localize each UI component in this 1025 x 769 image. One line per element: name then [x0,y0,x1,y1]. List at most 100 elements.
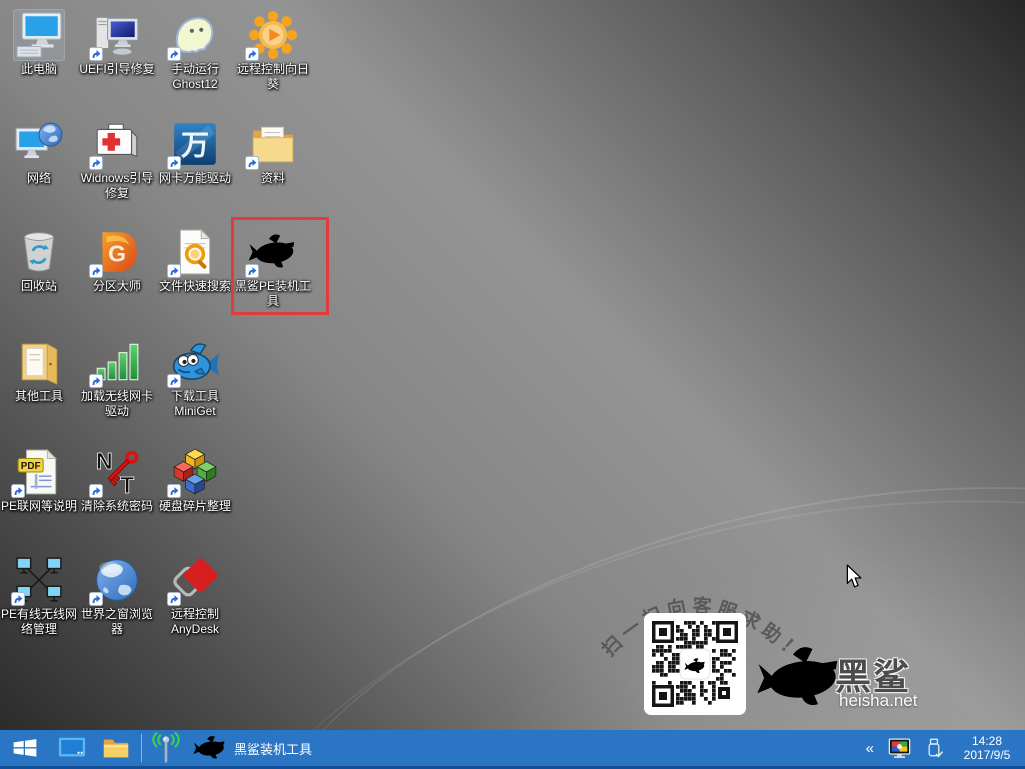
desktop-icon-wan[interactable]: 网卡万能驱动 [156,119,234,186]
file-search-icon [170,227,220,277]
usb-tray-icon[interactable] [923,736,945,761]
desktop-icon-network[interactable]: 网络 [0,119,78,186]
desktop-icon-label: 加载无线网卡驱动 [78,389,156,419]
uefi-repair-icon [92,10,142,60]
desktop-icon-label: 清除系统密码 [78,499,156,514]
ghost-icon [170,10,220,60]
desktop-icon-label: PE联网等说明 [0,499,78,514]
desktop-icon-uefi[interactable]: UEFI引导修复 [78,10,156,77]
desktop-icon-label: Widnows引导修复 [78,171,156,201]
taskbar-app-label: 黑鲨装机工具 [234,739,312,758]
nic-driver-icon [170,119,220,169]
desktop-icon-netmanage[interactable]: PE有线无线网络管理 [0,555,78,637]
highlight-rectangle [231,217,329,315]
recycle-bin-icon [14,227,64,277]
desktop-icon-folder[interactable]: 资料 [234,119,312,186]
nt-password-key-icon [92,447,142,497]
clock-time: 14:28 [960,734,1014,748]
shortcut-arrow-icon [89,47,103,61]
show-hidden-icons-button[interactable]: « [864,729,876,768]
folder-icon [248,119,298,169]
shortcut-arrow-icon [89,484,103,498]
wireless-button[interactable] [145,729,187,768]
brand-site: heisha.net [839,691,917,711]
taskbar-separator [141,734,142,762]
start-button[interactable] [0,729,50,768]
network-icon [14,119,64,169]
desktop-icon-recycle[interactable]: 回收站 [0,227,78,294]
wifi-antenna-icon [150,731,182,765]
shortcut-arrow-icon [167,374,181,388]
blue-fish-icon [170,337,220,387]
shortcut-arrow-icon [89,374,103,388]
first-aid-kit-icon [92,119,142,169]
display-icon [57,733,87,763]
desktop-icon-label: UEFI引导修复 [78,62,156,77]
open-folder-icon [14,337,64,387]
desktop-icon-label: 远程控制向日葵 [234,62,312,92]
folder-icon [101,733,131,763]
display-settings-button[interactable] [50,729,94,768]
desktop-icon-fish[interactable]: 下载工具MiniGet [156,337,234,419]
shortcut-arrow-icon [167,484,181,498]
shortcut-arrow-icon [11,592,25,606]
desktop-icon-label: 其他工具 [0,389,78,404]
wallpaper-swoosh [106,405,1025,769]
shortcut-arrow-icon [245,156,259,170]
pdf-document-icon [14,447,64,497]
desktop-icon-sunflower[interactable]: 远程控制向日葵 [234,10,312,92]
taskbar-app-heisha-installer[interactable]: 黑鲨装机工具 [187,729,324,768]
this-pc-icon [14,10,64,60]
desktop-icon-label: 网络 [0,171,78,186]
desktop-icon-ghost[interactable]: 手动运行Ghost12 [156,10,234,92]
shark-app-icon [193,734,227,762]
desktop-icon-signal[interactable]: 加载无线网卡驱动 [78,337,156,419]
desktop-icon-aidkit[interactable]: Widnows引导修复 [78,119,156,201]
world-browser-icon [92,555,142,605]
sunflower-icon [248,10,298,60]
anydesk-icon [170,555,220,605]
desktop-icon-this-pc[interactable]: 此电脑 [0,10,78,77]
desktop-icon-label: 文件快速搜索 [156,279,234,294]
system-tray: « 14:28 2017/9/5 [864,729,1025,768]
mouse-cursor [845,563,864,591]
taskbar-clock[interactable]: 14:28 2017/9/5 [956,734,1018,762]
desktop-icon-label: 硬盘碎片整理 [156,499,234,514]
display-color-tray-icon[interactable] [887,736,912,761]
desktop-icon-label: 手动运行Ghost12 [156,62,234,92]
desktop-icon-label: PE有线无线网络管理 [0,607,78,637]
qr-code [644,613,746,715]
desktop-icon-label: 远程控制AnyDesk [156,607,234,637]
taskbar: 黑鲨装机工具 « 14:28 2017/9/5 [0,730,1025,769]
heisha-shark-logo-icon [756,640,844,716]
desktop-icon-globe[interactable]: 世界之窗浏览器 [78,555,156,637]
desktop-icon-anydesk[interactable]: 远程控制AnyDesk [156,555,234,637]
shortcut-arrow-icon [89,156,103,170]
desktop-icon-folder-open[interactable]: 其他工具 [0,337,78,404]
diskgenius-icon [92,227,142,277]
desktop-icon-ntkey[interactable]: 清除系统密码 [78,447,156,514]
shortcut-arrow-icon [167,264,181,278]
desktop-icon-label: 网卡万能驱动 [156,171,234,186]
desktop-icon-dg[interactable]: 分区大师 [78,227,156,294]
desktop-icon-label: 世界之窗浏览器 [78,607,156,637]
shortcut-arrow-icon [167,156,181,170]
desktop-icon-pdf[interactable]: PE联网等说明 [0,447,78,514]
defrag-cubes-icon [170,447,220,497]
shortcut-arrow-icon [167,47,181,61]
desktop-icon-defrag[interactable]: 硬盘碎片整理 [156,447,234,514]
desktop-screen: 万 [0,0,1025,769]
network-manager-icon [14,555,64,605]
shortcut-arrow-icon [167,592,181,606]
shortcut-arrow-icon [89,264,103,278]
file-explorer-button[interactable] [94,729,138,768]
desktop-icon-filesearch[interactable]: 文件快速搜索 [156,227,234,294]
desktop-icon-label: 下载工具MiniGet [156,389,234,419]
shortcut-arrow-icon [245,47,259,61]
shortcut-arrow-icon [11,484,25,498]
desktop-icon-label: 此电脑 [0,62,78,77]
desktop-icon-label: 回收站 [0,279,78,294]
desktop-icon-label: 资料 [234,171,312,186]
signal-bars-icon [92,337,142,387]
shortcut-arrow-icon [89,592,103,606]
